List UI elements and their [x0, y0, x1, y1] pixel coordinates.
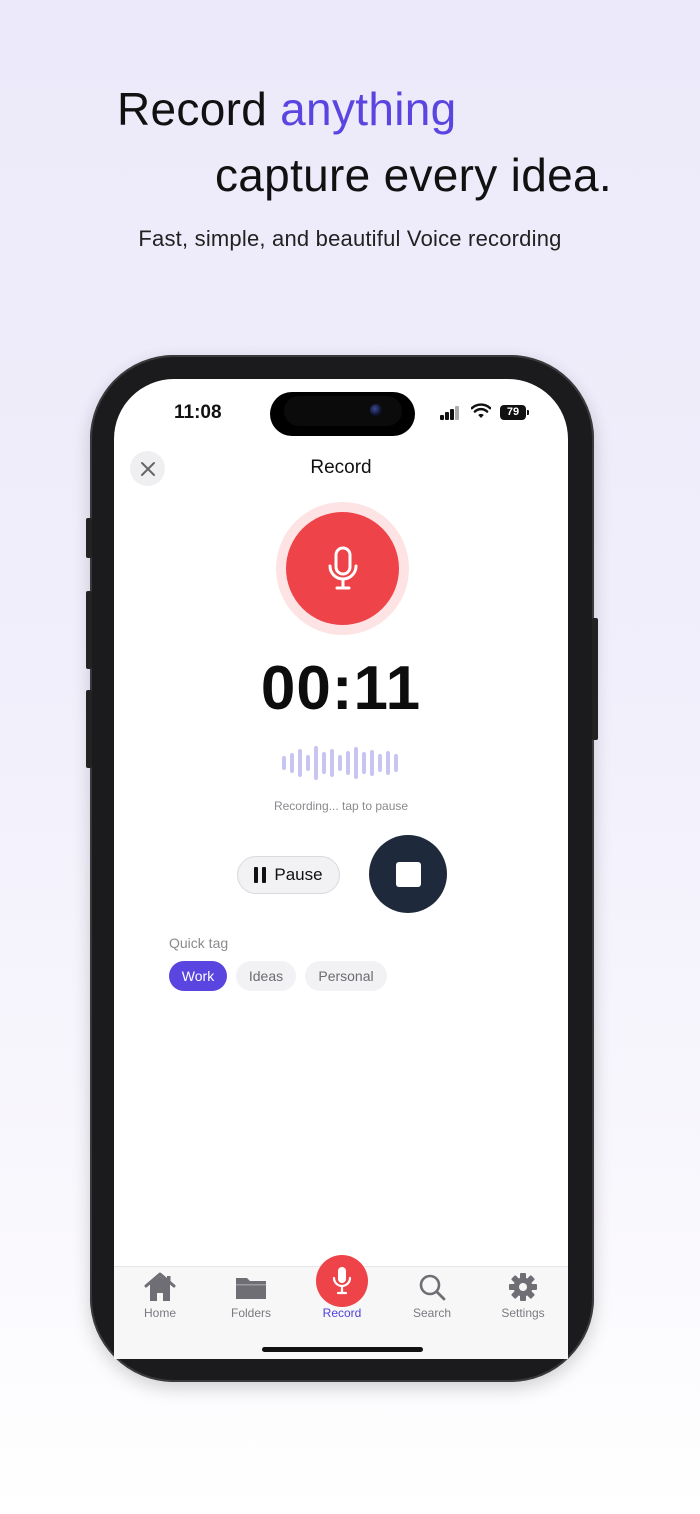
hero-title-prefix: Record	[117, 83, 281, 135]
record-button[interactable]	[286, 512, 399, 625]
hero-title-line1: Record anything	[117, 82, 457, 136]
phone-volume-down	[86, 690, 92, 768]
home-icon	[144, 1272, 176, 1301]
phone-power-button	[592, 618, 598, 740]
recording-hint: Recording... tap to pause	[273, 799, 409, 813]
status-time: 11:08	[174, 402, 222, 423]
recording-timer: 00:11	[260, 654, 422, 723]
quick-tag-label: Quick tag	[169, 935, 229, 951]
search-icon	[419, 1274, 446, 1301]
microphone-icon	[328, 546, 357, 589]
tab-settings-label: Settings	[501, 1306, 545, 1320]
stop-button[interactable]	[369, 835, 447, 913]
hero-title-accent: anything	[280, 83, 457, 135]
home-indicator	[262, 1347, 423, 1352]
page-title: Record	[310, 457, 372, 478]
tab-settings[interactable]: Settings	[488, 1270, 558, 1320]
tab-home-label: Home	[143, 1306, 176, 1320]
tag-chip-work[interactable]: Work	[169, 961, 227, 991]
hero-subtitle: Fast, simple, and beautiful Voice record…	[138, 226, 562, 251]
pause-button[interactable]: Pause	[237, 856, 340, 894]
tab-home[interactable]: Home	[125, 1270, 195, 1320]
pause-label: Pause	[274, 865, 323, 884]
folder-icon	[236, 1278, 266, 1299]
tag-chip-personal[interactable]: Personal	[305, 961, 387, 991]
tab-search[interactable]: Search	[397, 1270, 467, 1320]
cellular-signal-icon	[440, 406, 462, 420]
wifi-icon	[471, 403, 491, 418]
gear-icon	[509, 1273, 537, 1301]
pause-icon	[254, 867, 267, 883]
hero-title-line2: capture every idea.	[215, 149, 612, 201]
phone-volume-up	[86, 591, 92, 669]
waveform	[282, 745, 404, 781]
tab-folders[interactable]: Folders	[216, 1270, 286, 1320]
tab-record-spacer	[307, 1270, 377, 1304]
camera-icon	[370, 404, 382, 416]
battery-nub	[527, 410, 529, 415]
stop-icon	[395, 861, 421, 887]
tab-record[interactable]: Record	[307, 1270, 377, 1320]
tag-chip-ideas[interactable]: Ideas	[236, 961, 296, 991]
tab-search-label: Search	[412, 1306, 452, 1320]
battery-indicator: 79	[500, 405, 526, 420]
phone-side-button	[86, 518, 92, 558]
tab-record-label: Record	[322, 1306, 362, 1320]
dynamic-island-inner	[284, 396, 402, 426]
tab-folders-label: Folders	[230, 1306, 271, 1320]
